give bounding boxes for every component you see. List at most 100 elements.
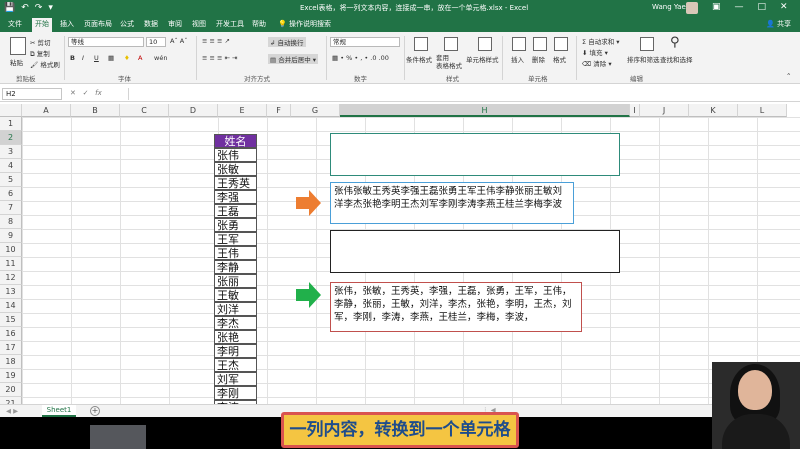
- formula-input[interactable]: [128, 88, 796, 100]
- redo-icon[interactable]: ↷: [35, 3, 43, 13]
- column-header-e[interactable]: E: [218, 104, 267, 117]
- font-size-combo[interactable]: 10: [146, 37, 166, 47]
- name-cell[interactable]: 王秀英: [214, 176, 257, 190]
- row-header-4[interactable]: 4: [0, 159, 22, 173]
- undo-icon[interactable]: ↶: [21, 3, 29, 13]
- cell-styles-icon[interactable]: [478, 37, 492, 51]
- name-cell[interactable]: 刘洋: [214, 302, 257, 316]
- ribbon-options-icon[interactable]: ▣: [712, 2, 721, 12]
- select-all-corner[interactable]: [0, 104, 22, 117]
- row-header-7[interactable]: 7: [0, 201, 22, 215]
- column-header-a[interactable]: A: [22, 104, 71, 117]
- border-icon[interactable]: ▦: [108, 54, 114, 62]
- delimited-cell[interactable]: 张伟，张敏，王秀英，李强，王磊，张勇，王军，王伟，李静，张丽，王敏，刘洋，李杰，…: [330, 282, 582, 332]
- name-cell[interactable]: 刘军: [214, 372, 257, 386]
- row-header-18[interactable]: 18: [0, 355, 22, 369]
- italic-button[interactable]: I: [82, 54, 84, 62]
- column-header-l[interactable]: L: [738, 104, 787, 117]
- number-format-icons[interactable]: ▦ • % • , • .0 .00: [332, 54, 389, 62]
- format-cells-button[interactable]: 格式: [553, 54, 566, 64]
- cut-button[interactable]: ✂ 剪切: [30, 37, 51, 47]
- wrap-text-button[interactable]: ↲ 自动换行: [268, 37, 306, 47]
- tab-review[interactable]: 审阅: [168, 19, 182, 29]
- name-cell[interactable]: 李明: [214, 344, 257, 358]
- user-name[interactable]: Wang Yae: [652, 3, 686, 11]
- grow-font-icon[interactable]: Aˆ Aˇ: [170, 37, 187, 45]
- column-header-k[interactable]: K: [689, 104, 738, 117]
- row-header-15[interactable]: 15: [0, 313, 22, 327]
- format-as-table-icon[interactable]: [444, 37, 458, 51]
- concatenated-cell[interactable]: 张伟张敏王秀英李强王磊张勇王军王伟李静张丽王敏刘洋李杰张艳李明王杰刘军李刚李涛李…: [330, 182, 574, 224]
- insert-cells-icon[interactable]: [512, 37, 526, 51]
- copy-button[interactable]: ⧉ 复制: [30, 48, 50, 59]
- sheet-nav-icons[interactable]: ◀ ▶: [6, 407, 18, 415]
- row-header-19[interactable]: 19: [0, 369, 22, 383]
- fill-button[interactable]: ⬇ 填充 ▾: [582, 47, 608, 57]
- row-header-14[interactable]: 14: [0, 299, 22, 313]
- name-cell[interactable]: 王磊: [214, 204, 257, 218]
- row-header-16[interactable]: 16: [0, 327, 22, 341]
- name-cell[interactable]: 王敏: [214, 288, 257, 302]
- share-button[interactable]: 👤 共享: [766, 19, 791, 29]
- sort-filter-button[interactable]: 排序和筛选: [627, 54, 660, 64]
- cell-styles-button[interactable]: 单元格样式: [466, 54, 499, 64]
- column-header-g[interactable]: G: [291, 104, 340, 117]
- name-cell[interactable]: 李强: [214, 190, 257, 204]
- underline-button[interactable]: U: [94, 54, 99, 62]
- tab-help[interactable]: 帮助: [252, 19, 266, 29]
- column-header-b[interactable]: B: [71, 104, 120, 117]
- row-header-1[interactable]: 1: [0, 117, 22, 131]
- tell-me-search[interactable]: 💡 操作说明搜索: [278, 19, 331, 29]
- name-cell[interactable]: 李杰: [214, 316, 257, 330]
- close-icon[interactable]: ✕: [780, 2, 788, 12]
- tab-insert[interactable]: 插入: [60, 19, 74, 29]
- font-name-combo[interactable]: 等线: [68, 37, 144, 47]
- row-header-20[interactable]: 20: [0, 383, 22, 397]
- insert-cells-button[interactable]: 插入: [511, 54, 524, 64]
- tab-developer[interactable]: 开发工具: [216, 19, 244, 29]
- row-header-2[interactable]: 2: [0, 131, 22, 145]
- fill-color-icon[interactable]: ♦: [124, 54, 130, 62]
- save-icon[interactable]: 💾: [4, 3, 15, 13]
- delete-cells-button[interactable]: 删除: [532, 54, 545, 64]
- tab-page-layout[interactable]: 页面布局: [84, 19, 112, 29]
- cancel-icon[interactable]: ✕: [70, 89, 76, 97]
- name-cell[interactable]: 张勇: [214, 218, 257, 232]
- name-column-header[interactable]: 姓名: [214, 134, 257, 148]
- add-sheet-icon[interactable]: +: [90, 406, 100, 416]
- row-header-5[interactable]: 5: [0, 173, 22, 187]
- customize-icon[interactable]: ▾: [48, 3, 53, 13]
- format-cells-icon[interactable]: [554, 37, 568, 51]
- fx-icon[interactable]: fx: [95, 89, 102, 97]
- number-format-combo[interactable]: 常规: [330, 37, 400, 47]
- collapse-ribbon-icon[interactable]: ⌃: [786, 72, 791, 80]
- format-as-table-button[interactable]: 套用 表格格式: [436, 54, 462, 70]
- worksheet-grid[interactable]: ABCDEFGHIJKL 1 2 3 4 5 6 7 8 9 10 11 12 13 14 15 16 17 18…: [0, 104, 800, 414]
- result-cell-empty-middle[interactable]: [330, 230, 620, 273]
- column-header-h[interactable]: H: [340, 104, 630, 117]
- result-cell-empty-top[interactable]: [330, 133, 620, 176]
- name-box[interactable]: H2: [2, 88, 62, 100]
- align-left-icons[interactable]: ≡ ≡ ≡ ⇤ ⇥: [202, 54, 238, 62]
- name-cell[interactable]: 张伟: [214, 148, 257, 162]
- tab-home[interactable]: 开始: [32, 18, 52, 32]
- tab-view[interactable]: 视图: [192, 19, 206, 29]
- phonetic-icon[interactable]: wén: [154, 54, 167, 62]
- find-select-button[interactable]: 查找和选择: [660, 54, 693, 64]
- name-cell[interactable]: 张丽: [214, 274, 257, 288]
- row-header-17[interactable]: 17: [0, 341, 22, 355]
- name-cell[interactable]: 王伟: [214, 246, 257, 260]
- name-cell[interactable]: 王军: [214, 232, 257, 246]
- avatar[interactable]: [686, 2, 698, 14]
- conditional-format-icon[interactable]: [414, 37, 428, 51]
- row-header-13[interactable]: 13: [0, 285, 22, 299]
- row-header-11[interactable]: 11: [0, 257, 22, 271]
- row-header-8[interactable]: 8: [0, 215, 22, 229]
- row-header-3[interactable]: 3: [0, 145, 22, 159]
- tab-data[interactable]: 数据: [144, 19, 158, 29]
- paste-button[interactable]: 粘贴: [10, 57, 23, 67]
- sort-filter-icon[interactable]: [640, 37, 654, 51]
- find-select-icon[interactable]: ⚲: [670, 35, 680, 50]
- column-header-d[interactable]: D: [169, 104, 218, 117]
- name-cell[interactable]: 李刚: [214, 386, 257, 400]
